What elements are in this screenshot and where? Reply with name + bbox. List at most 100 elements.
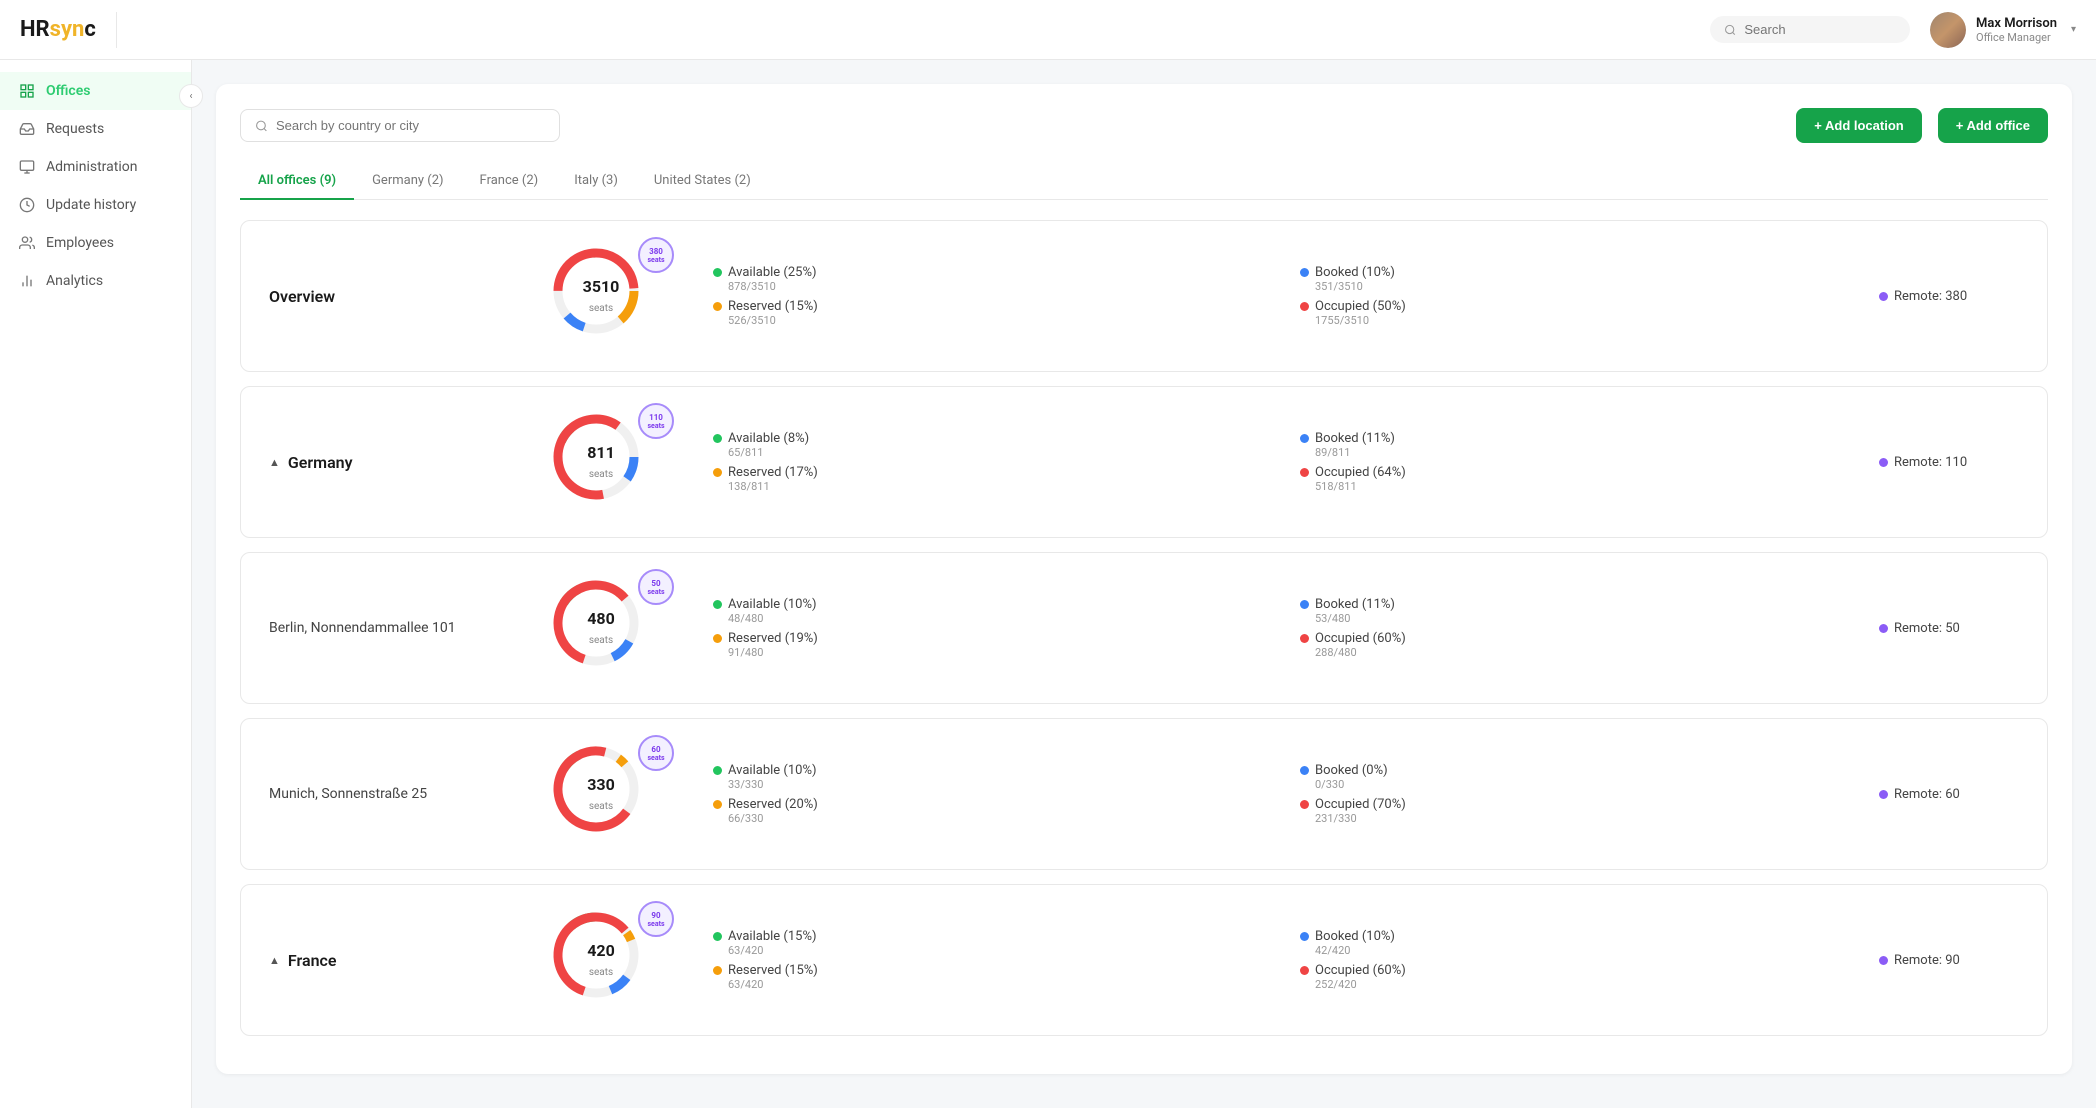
booked-label: Booked (11%) [1315,597,1395,612]
donut-seats-text: seats [589,967,613,978]
stat-reserved: Reserved (20%) 66/330 [713,797,1260,825]
main-content: + Add location + Add office All offices … [192,60,2096,1108]
tabs: All offices (9) Germany (2) France (2) I… [240,163,2048,200]
expand-icon: ▲ [269,456,280,469]
sidebar-item-offices[interactable]: Offices [0,72,191,110]
occupied-label: Occupied (60%) [1315,631,1406,646]
users-icon [18,234,36,252]
tab-italy[interactable]: Italy (3) [556,163,636,200]
sidebar-item-label: Update history [46,197,136,213]
donut-chart: 480 seats 50 seats [546,573,656,683]
tab-all-offices[interactable]: All offices (9) [240,163,354,200]
row-stats: Available (10%) 33/330 Booked (0%) 0/330… [713,763,1847,825]
available-label: Available (10%) [728,763,817,778]
row-chart: 420 seats 90 seats [521,905,681,1015]
stat-booked: Booked (11%) 53/480 [1300,597,1847,625]
remote-label: Remote: 50 [1894,621,1960,636]
donut-seats-text: seats [589,635,613,646]
row-title-text: Germany [288,453,353,472]
row-title: Berlin, Nonnendammallee 101 [269,620,489,636]
reserved-count: 91/480 [728,646,1260,659]
grid-icon [18,82,36,100]
donut-number: 811 [587,443,615,462]
sidebar-item-update-history[interactable]: Update history [0,186,191,224]
office-rows-container: Overview 3510 seats 380 seats [240,220,2048,1036]
remote-label: Remote: 380 [1894,289,1967,304]
add-location-button[interactable]: + Add location [1796,108,1921,143]
remote-badge: 50 seats [638,569,674,605]
reserved-label: Reserved (17%) [728,465,818,480]
office-row: Overview 3510 seats 380 seats [240,220,2048,372]
sidebar: ‹ Offices Requests Administration Update… [0,60,192,1108]
donut-label: 3510 seats [583,277,620,315]
stat-available: Available (8%) 65/811 [713,431,1260,459]
stat-occupied: Occupied (60%) 252/420 [1300,963,1847,991]
top-header: HRsync Max Morrison Office Manager ▾ [0,0,2096,60]
remote-dot [1879,292,1888,301]
header-divider [116,12,117,48]
sidebar-item-analytics[interactable]: Analytics [0,262,191,300]
stat-occupied: Occupied (60%) 288/480 [1300,631,1847,659]
office-search-bar[interactable] [240,109,560,142]
available-count: 48/480 [728,612,1260,625]
available-label: Available (8%) [728,431,809,446]
search-icon [255,119,268,133]
user-name: Max Morrison [1976,16,2057,31]
remote-stat: Remote: 50 [1879,621,2019,636]
bar-chart-icon [18,272,36,290]
row-stats: Available (25%) 878/3510 Booked (10%) 35… [713,265,1847,327]
user-info[interactable]: Max Morrison Office Manager ▾ [1930,12,2076,48]
available-count: 878/3510 [728,280,1260,293]
office-row: ▲ Germany 811 seats 110 seats [240,386,2048,538]
sidebar-item-employees[interactable]: Employees [0,224,191,262]
remote-dot [1879,790,1888,799]
tab-germany[interactable]: Germany (2) [354,163,461,200]
remote-stat: Remote: 60 [1879,787,2019,802]
avatar [1930,12,1966,48]
remote-dot [1879,956,1888,965]
tab-united-states[interactable]: United States (2) [636,163,769,200]
stat-reserved: Reserved (17%) 138/811 [713,465,1260,493]
stat-booked: Booked (10%) 351/3510 [1300,265,1847,293]
donut-chart: 330 seats 60 seats [546,739,656,849]
sidebar-item-label: Requests [46,121,104,137]
settings-icon [18,158,36,176]
reserved-count: 66/330 [728,812,1260,825]
remote-dot [1879,624,1888,633]
global-search-input[interactable] [1744,22,1896,37]
available-count: 65/811 [728,446,1260,459]
occupied-count: 231/330 [1315,812,1847,825]
occupied-label: Occupied (60%) [1315,963,1406,978]
stat-reserved: Reserved (15%) 526/3510 [713,299,1260,327]
layout: ‹ Offices Requests Administration Update… [0,60,2096,1108]
sidebar-collapse-button[interactable]: ‹ [179,84,203,108]
tab-france[interactable]: France (2) [462,163,557,200]
donut-chart: 420 seats 90 seats [546,905,656,1015]
row-title-text: Overview [269,287,335,306]
row-title-text: Berlin, Nonnendammallee 101 [269,620,456,636]
booked-label: Booked (10%) [1315,265,1395,280]
stat-available: Available (10%) 48/480 [713,597,1260,625]
occupied-count: 518/811 [1315,480,1847,493]
search-icon [1724,23,1736,37]
row-title: Munich, Sonnenstraße 25 [269,786,489,802]
office-search-input[interactable] [276,118,545,133]
global-search-bar[interactable] [1710,16,1910,43]
user-details: Max Morrison Office Manager [1976,16,2057,44]
available-label: Available (15%) [728,929,817,944]
sidebar-item-requests[interactable]: Requests [0,110,191,148]
donut-seats-text: seats [589,801,613,812]
expand-icon: ▲ [269,954,280,967]
add-office-button[interactable]: + Add office [1938,108,2048,143]
donut-number: 330 [587,775,615,794]
reserved-count: 63/420 [728,978,1260,991]
donut-label: 811 seats [587,443,615,481]
sidebar-item-label: Administration [46,159,137,175]
remote-badge: 380 seats [638,237,674,273]
stat-available: Available (25%) 878/3510 [713,265,1260,293]
app-logo: HRsync [20,17,96,42]
sidebar-item-administration[interactable]: Administration [0,148,191,186]
office-row: ▲ France 420 seats 90 seats [240,884,2048,1036]
available-label: Available (10%) [728,597,817,612]
stat-available: Available (15%) 63/420 [713,929,1260,957]
